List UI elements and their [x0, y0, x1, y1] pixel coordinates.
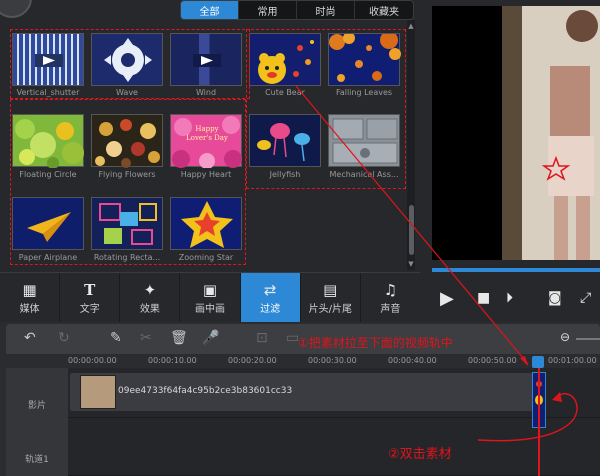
selection-box-main	[246, 29, 406, 189]
preview-progress-bar[interactable]	[432, 268, 600, 272]
tool-label: 过滤	[260, 304, 281, 315]
playhead-handle[interactable]	[532, 356, 544, 368]
selection-box-row1	[10, 29, 250, 99]
playhead[interactable]	[538, 358, 540, 476]
tool-label: 画中画	[194, 304, 225, 315]
annotation-step2: ②双击素材	[388, 447, 452, 462]
tick-label: 00:00:20.00	[228, 356, 277, 365]
library-scroll-thumb[interactable]	[409, 205, 414, 255]
redo-icon[interactable]: ↻	[58, 330, 70, 346]
tab-fashion[interactable]: 时尚	[297, 1, 355, 19]
transition-icon: ⇄	[263, 281, 277, 299]
category-tabs: 全部 常用 时尚 收藏夹	[180, 0, 414, 20]
scroll-down-icon[interactable]: ▼	[407, 260, 415, 268]
edit-icon[interactable]: ✎	[110, 330, 122, 346]
intro-outro-icon: ▤	[323, 281, 338, 299]
tab-all[interactable]: 全部	[181, 1, 239, 19]
effects-button[interactable]: ✦ 效果	[120, 273, 181, 322]
text-button[interactable]: T 文字	[60, 273, 121, 322]
undo-icon[interactable]: ↶	[24, 330, 36, 346]
intro-outro-button[interactable]: ▤ 片头/片尾	[301, 273, 361, 322]
fullscreen-icon[interactable]: ⤢	[580, 290, 591, 306]
annotation-step1: ①把素材拉至下面的视频轨中	[298, 336, 453, 350]
mic-icon[interactable]: 🎤	[202, 330, 219, 346]
stop-icon[interactable]: ■	[477, 290, 490, 306]
scroll-up-icon[interactable]: ▲	[407, 22, 415, 30]
tick-label: 00:01:00.00	[548, 356, 597, 365]
tab-common[interactable]: 常用	[239, 1, 297, 19]
pip-button[interactable]: ▣ 画中画	[180, 273, 241, 322]
crop-icon[interactable]: ⊡	[256, 330, 268, 346]
zoom-out-icon[interactable]: ⊖	[560, 330, 570, 344]
play-icon[interactable]: ▶	[440, 288, 454, 309]
tool-label: 文字	[79, 304, 100, 315]
next-frame-icon[interactable]: ⏵	[506, 290, 513, 306]
clip-name: 09ee4733f64fa4c95b2ce3b83601cc33	[118, 386, 293, 396]
cut-icon[interactable]: ✂	[140, 330, 152, 346]
track-label-video: 影片	[27, 401, 46, 411]
tick-label: 00:00:30.00	[308, 356, 357, 365]
selection-box-left	[10, 99, 246, 265]
library-toolbar: ▦ 媒体 T 文字 ✦ 效果 ▣ 画中画 ⇄ 过滤 ▤ 片头/片尾 ♫ 声音	[0, 272, 420, 322]
pip-icon: ▣	[202, 281, 218, 299]
tool-label: 媒体	[19, 304, 40, 315]
tick-label: 00:00:50.00	[468, 356, 517, 365]
zoom-slider[interactable]	[576, 338, 600, 340]
tool-label: 片头/片尾	[308, 304, 352, 315]
effects-icon: ✦	[143, 281, 157, 299]
tool-label: 声音	[380, 304, 401, 315]
video-preview	[432, 6, 600, 260]
text-icon: T	[84, 281, 96, 299]
tick-label: 00:00:10.00	[148, 356, 197, 365]
media-button[interactable]: ▦ 媒体	[0, 273, 61, 322]
audio-icon: ♫	[383, 281, 398, 299]
tool-label: 效果	[139, 304, 160, 315]
clip-thumbnail	[80, 375, 116, 409]
tick-label: 00:00:40.00	[388, 356, 437, 365]
audio-button[interactable]: ♫ 声音	[361, 273, 420, 322]
media-icon: ▦	[22, 281, 37, 299]
tick-label: 00:00:00.00	[68, 356, 117, 365]
snapshot-icon[interactable]: ◙	[548, 290, 562, 306]
delete-icon[interactable]: 🗑	[170, 330, 188, 346]
overlay-track[interactable]	[68, 418, 600, 476]
track-label-track1: 轨道1	[25, 455, 49, 465]
transition-button[interactable]: ⇄ 过滤	[240, 273, 301, 322]
tab-favorites[interactable]: 收藏夹	[355, 1, 413, 19]
